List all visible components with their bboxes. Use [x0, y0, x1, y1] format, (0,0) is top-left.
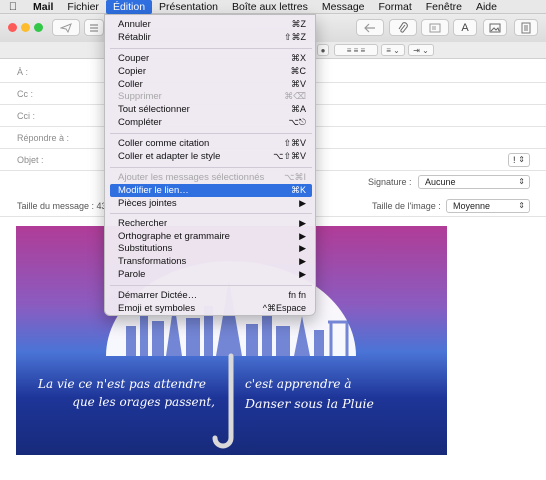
- submenu-arrow-icon: ▶: [299, 256, 306, 266]
- minimize-window-button[interactable]: [21, 23, 30, 32]
- browser-icon: [521, 22, 531, 33]
- photo-icon: [489, 23, 501, 32]
- menu-separator: [110, 285, 312, 286]
- menu-separator: [110, 48, 312, 49]
- menu-item-completer[interactable]: Compléter ⌥⎋: [110, 116, 312, 129]
- menu-boite-aux-lettres[interactable]: Boîte aux lettres: [225, 0, 315, 14]
- attach-button[interactable]: [389, 19, 417, 36]
- menu-message[interactable]: Message: [315, 0, 372, 14]
- send-button[interactable]: [52, 19, 80, 36]
- menu-item-coller-et-adapter[interactable]: Coller et adapter le style ⌥⇧⌘V: [110, 150, 312, 163]
- font-button[interactable]: A: [453, 19, 477, 36]
- chevron-updown-icon: ⇕: [518, 177, 525, 186]
- quote-line2-right: Danser sous la Pluie: [244, 396, 374, 411]
- menu-item-couper[interactable]: Couper ⌘X: [110, 52, 312, 65]
- image-size-label: Taille de l'image :: [372, 201, 441, 211]
- menu-item-retablir[interactable]: Rétablir ⇧⌘Z: [110, 31, 312, 44]
- menu-mail[interactable]: Mail: [26, 0, 60, 14]
- submenu-arrow-icon: ▶: [299, 218, 306, 228]
- header-fields-button[interactable]: [84, 19, 104, 36]
- submenu-arrow-icon: ▶: [299, 269, 306, 279]
- bcc-label: Cci :: [17, 111, 35, 121]
- priority-value: !: [513, 155, 516, 165]
- menu-item-coller-comme-citation[interactable]: Coller comme citation ⇧⌘V: [110, 137, 312, 150]
- priority-select[interactable]: ! ⇕: [508, 153, 530, 167]
- chevron-updown-icon: ⇕: [518, 155, 525, 164]
- menu-item-demarrer-dictee[interactable]: Démarrer Dictée… fn fn: [110, 289, 312, 302]
- menu-item-copier[interactable]: Copier ⌘C: [110, 65, 312, 78]
- edit-menu: Annuler ⌘Z Rétablir ⇧⌘Z Couper ⌘X Copier ⌘C …: [104, 14, 316, 316]
- quote-line2-left: que les orages passent,: [72, 395, 215, 409]
- menu-item-rechercher[interactable]: Rechercher ▶: [110, 217, 312, 230]
- menu-item-modifier-le-lien[interactable]: Modifier le lien… ⌘K: [110, 184, 312, 197]
- menu-item-pieces-jointes[interactable]: Pièces jointes ▶: [110, 197, 312, 210]
- photo-browser-button[interactable]: [483, 19, 507, 36]
- reply-button[interactable]: [356, 19, 384, 36]
- to-label: À :: [17, 67, 29, 77]
- menu-item-substitutions[interactable]: Substitutions ▶: [110, 242, 312, 255]
- submenu-arrow-icon: ▶: [299, 243, 306, 253]
- subject-label: Objet :: [17, 155, 44, 165]
- send-icon: [60, 22, 72, 33]
- apple-icon[interactable]: : [0, 1, 26, 13]
- reply-to-label: Répondre à :: [17, 133, 70, 143]
- quote-line1-right: c'est apprendre à: [245, 377, 352, 391]
- header-icon: [429, 23, 441, 32]
- list-icon: [90, 24, 98, 31]
- image-size-value: Moyenne: [453, 201, 491, 211]
- menu-item-transformations[interactable]: Transformations ▶: [110, 255, 312, 268]
- menu-presentation[interactable]: Présentation: [152, 0, 225, 14]
- image-size-select[interactable]: Moyenne ⇕: [446, 199, 530, 213]
- menu-format[interactable]: Format: [372, 0, 419, 14]
- menu-aide[interactable]: Aide: [469, 0, 504, 14]
- menu-item-annuler[interactable]: Annuler ⌘Z: [110, 18, 312, 31]
- signature-select[interactable]: Aucune ⇕: [418, 175, 530, 189]
- close-window-button[interactable]: [8, 23, 17, 32]
- zoom-window-button[interactable]: [34, 23, 43, 32]
- indent-button[interactable]: ⇥ ⌄: [408, 44, 434, 56]
- menu-separator: [110, 133, 312, 134]
- header-button[interactable]: [421, 19, 449, 36]
- signature-value: Aucune: [425, 177, 456, 187]
- menu-fichier[interactable]: Fichier: [60, 0, 106, 14]
- menu-separator: [110, 213, 312, 214]
- show-browser-button[interactable]: [514, 19, 538, 36]
- menu-bar:  Mail Fichier Édition Présentation Boît…: [0, 0, 546, 14]
- menu-separator: [110, 167, 312, 168]
- cc-label: Cc :: [17, 89, 34, 99]
- menu-item-supprimer: Supprimer ⌘⌫: [118, 91, 306, 102]
- message-size-label: Taille du message : 43: [17, 201, 107, 211]
- chevron-updown-icon: ⇕: [518, 201, 525, 210]
- menu-edition[interactable]: Édition: [105, 0, 153, 14]
- menu-item-emoji-symboles[interactable]: Emoji et symboles ^⌘Espace: [110, 302, 312, 315]
- color-button[interactable]: ●: [317, 44, 329, 56]
- menu-item-parole[interactable]: Parole ▶: [110, 268, 312, 281]
- list-format-button[interactable]: ≡ ⌄: [381, 44, 405, 56]
- submenu-arrow-icon: ▶: [299, 198, 306, 208]
- menu-fenetre[interactable]: Fenêtre: [419, 0, 469, 14]
- align-buttons[interactable]: ≡ ≡ ≡: [334, 44, 378, 56]
- menu-item-ajouter-messages: Ajouter les messages sélectionnés ⌥⌘I: [118, 172, 306, 183]
- quote-line1-left: La vie ce n'est pas attendre: [37, 377, 206, 391]
- paperclip-icon: [398, 21, 408, 33]
- signature-label: Signature :: [368, 177, 412, 187]
- menu-item-tout-selectionner[interactable]: Tout sélectionner ⌘A: [110, 103, 312, 116]
- reply-icon: [364, 23, 375, 32]
